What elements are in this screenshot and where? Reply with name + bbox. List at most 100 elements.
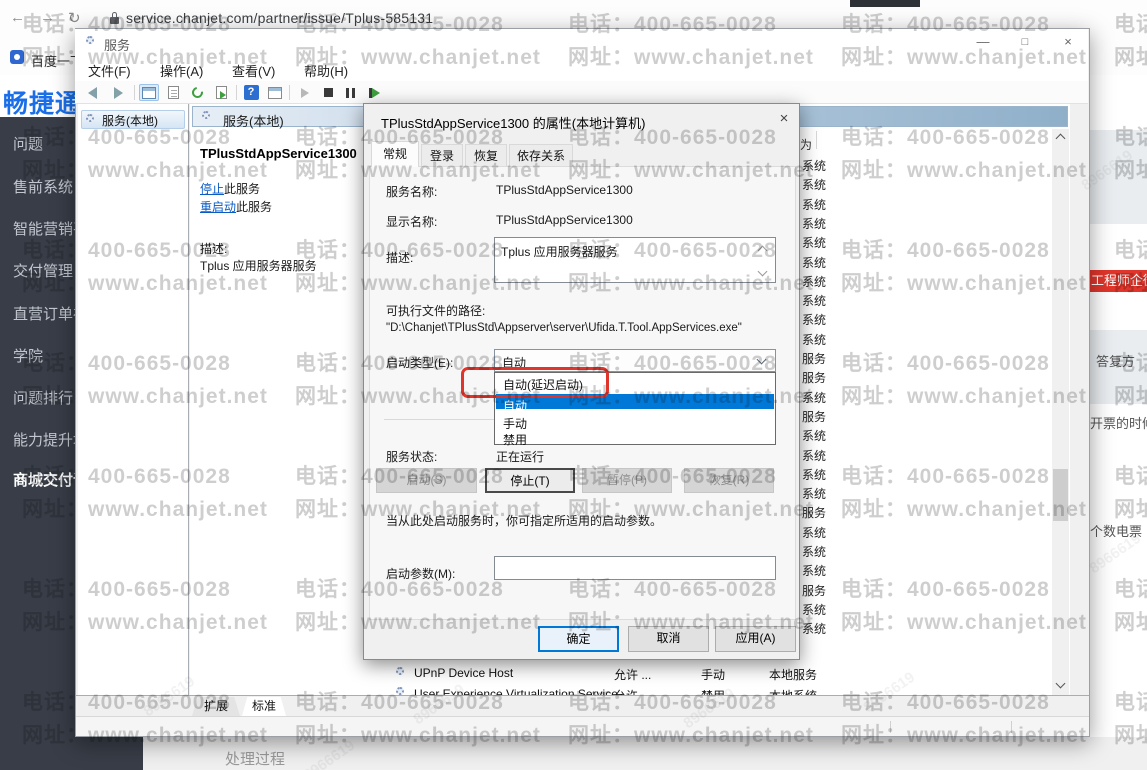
refresh-button[interactable] [187, 84, 207, 101]
tab-extended[interactable]: 扩展 [192, 697, 240, 716]
menu-file[interactable]: 文件(F) [88, 61, 131, 80]
sidebar-item-delivery[interactable]: 交付管理 [13, 260, 73, 281]
browser-back-icon[interactable]: ← [10, 9, 25, 26]
logon-as-cell[interactable]: 系统 [802, 485, 826, 502]
services-titlebar[interactable] [75, 29, 1088, 56]
sidebar-item-issues[interactable]: 问题 [13, 133, 43, 154]
logon-as-cell[interactable]: 系统 [802, 176, 826, 193]
logon-as-cell[interactable]: 系统 [802, 234, 826, 251]
service-status-value: 正在运行 [496, 450, 545, 464]
sidebar-item-academy[interactable]: 学院 [13, 345, 43, 366]
logon-as-cell[interactable]: 系统 [802, 389, 826, 406]
nav-back-button[interactable] [82, 84, 102, 101]
option-disabled[interactable]: 禁用 [496, 428, 774, 447]
logon-as-cell[interactable]: 服务 [802, 350, 826, 367]
nav-forward-button[interactable] [108, 84, 128, 101]
start-params-label: 启动参数(M): [386, 567, 456, 581]
stop-service-link[interactable]: 停止此服务 [200, 180, 260, 197]
cancel-button[interactable]: 取消 [628, 626, 709, 652]
textarea-scroll-down-icon[interactable] [757, 266, 768, 277]
logon-as-cell[interactable]: 系统 [802, 466, 826, 483]
menu-action[interactable]: 操作(A) [160, 61, 203, 80]
logon-as-cell[interactable]: 系统 [802, 427, 826, 444]
dialog-close-icon[interactable]: × [772, 110, 796, 130]
textarea-scroll-up-icon[interactable] [757, 245, 768, 256]
start-service-button[interactable] [295, 84, 315, 101]
logon-as-cell[interactable]: 系统 [802, 215, 826, 232]
scrollbar-thumb[interactable] [1053, 469, 1068, 521]
logon-as-cell[interactable]: 系统 [802, 562, 826, 579]
service-row-name[interactable]: UPnP Device Host [414, 666, 513, 680]
scroll-down-icon[interactable] [1055, 678, 1066, 689]
logon-as-cell[interactable]: 服务 [802, 408, 826, 425]
logon-as-cell[interactable]: 系统 [802, 543, 826, 560]
logon-as-cell[interactable]: 系统 [802, 601, 826, 618]
tab-recovery[interactable]: 恢复 [465, 144, 507, 167]
extended-view-button[interactable] [265, 84, 285, 101]
apply-button[interactable]: 应用(A) [715, 626, 796, 652]
window-title: 服务 [104, 38, 131, 53]
menu-view[interactable]: 查看(V) [232, 61, 275, 80]
maximize-button[interactable]: □ [1010, 33, 1040, 53]
logon-as-cell[interactable]: 系统 [802, 196, 826, 213]
service-row-name[interactable]: User Experience Virtualization Service [414, 687, 618, 695]
tab-general[interactable]: 常规 [371, 141, 419, 167]
logon-as-cell[interactable]: 系统 [802, 273, 826, 290]
logon-as-cell[interactable]: 系统 [802, 292, 826, 309]
page-background [143, 737, 1147, 770]
engineer-wechat-badge[interactable]: 工程师企微 [1088, 270, 1147, 292]
description-label: 描述: [200, 242, 228, 256]
vertical-scrollbar[interactable] [1052, 129, 1069, 695]
minimize-button[interactable]: — [968, 33, 998, 53]
tab-logon[interactable]: 登录 [421, 144, 463, 167]
logon-as-cell[interactable]: 系统 [802, 447, 826, 464]
resume-button: 恢复(R) [684, 468, 774, 493]
logon-as-cell[interactable]: 服务 [802, 504, 826, 521]
logon-as-cell[interactable]: 系统 [802, 311, 826, 328]
sidebar-item-presales[interactable]: 售前系统 [13, 176, 73, 197]
pause-service-button[interactable] [340, 84, 360, 101]
service-row-logon[interactable]: 本地系统 [769, 687, 817, 695]
properties-button[interactable] [163, 84, 183, 101]
ok-button[interactable]: 确定 [538, 626, 619, 652]
logon-as-cell[interactable]: 服务 [802, 582, 826, 599]
description-textarea[interactable]: Tplus 应用服务器服务 [494, 237, 776, 283]
service-row-description[interactable]: 允许 ... [614, 666, 651, 683]
logon-as-cell[interactable]: 系统 [802, 157, 826, 174]
stop-service-button[interactable] [318, 84, 338, 101]
close-button[interactable]: × [1053, 33, 1083, 53]
tab-dependencies[interactable]: 依存关系 [509, 144, 573, 167]
start-params-input[interactable] [494, 556, 776, 580]
service-row-description[interactable]: 允许 [614, 687, 638, 695]
selected-service-name: TPlusStdAppService1300 [200, 146, 357, 161]
address-bar[interactable]: service.chanjet.com/partner/issue/Tplus-… [126, 10, 433, 26]
logon-as-cell[interactable]: 系统 [802, 524, 826, 541]
status-bar [76, 716, 1089, 736]
column-header-partial[interactable]: 为 [800, 136, 812, 153]
logon-as-cell[interactable]: 服务 [802, 369, 826, 386]
browser-forward-icon[interactable]: → [40, 9, 55, 26]
service-status-label: 服务状态: [386, 450, 438, 464]
logon-as-cell[interactable]: 系统 [802, 331, 826, 348]
menu-help[interactable]: 帮助(H) [304, 61, 348, 80]
sidebar-item-ranking[interactable]: 问题排行 [13, 387, 73, 408]
stop-button[interactable]: 停止(T) [485, 468, 575, 493]
restart-service-button[interactable] [366, 84, 386, 101]
start-button: 启动(S) [376, 468, 477, 493]
show-console-tree-button[interactable] [139, 84, 159, 101]
tab-standard[interactable]: 标准 [242, 697, 286, 716]
logon-as-cell[interactable]: 系统 [802, 620, 826, 637]
logon-as-cell[interactable]: 系统 [802, 254, 826, 271]
browser-reload-icon[interactable]: ↻ [68, 9, 81, 27]
service-row-logon[interactable]: 本地服务 [769, 666, 817, 683]
option-manual[interactable]: 手动 [496, 412, 774, 431]
display-name-label: 显示名称: [386, 215, 438, 229]
service-row-startup[interactable]: 禁用 [701, 687, 725, 695]
site-logo[interactable]: 畅捷通 [3, 84, 81, 120]
scroll-up-icon[interactable] [1055, 133, 1066, 144]
restart-service-link[interactable]: 重启动此服务 [200, 198, 272, 215]
export-list-button[interactable] [211, 84, 231, 101]
view-tab-strip: 扩展 标准 [76, 695, 1089, 716]
help-button[interactable]: ? [241, 84, 261, 101]
service-row-startup[interactable]: 手动 [701, 666, 725, 683]
